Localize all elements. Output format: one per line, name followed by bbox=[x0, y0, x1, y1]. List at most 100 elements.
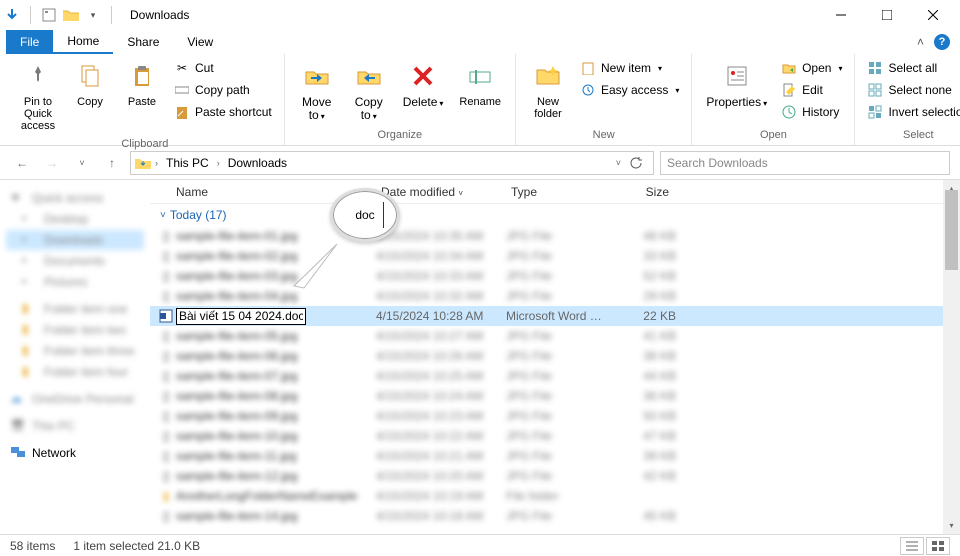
history-button[interactable]: History bbox=[777, 102, 846, 122]
open-icon bbox=[781, 60, 797, 76]
table-row[interactable]: ▯sample-file-item-09.jpg4/15/2024 10:23 … bbox=[150, 406, 960, 426]
new-item-button[interactable]: New item▾ bbox=[576, 58, 683, 78]
table-row[interactable]: ▯sample-file-item-14.jpg4/15/2024 10:18 … bbox=[150, 506, 960, 526]
cell-date: 4/15/2024 10:28 AM bbox=[376, 309, 506, 323]
table-row[interactable]: ▯sample-file-item-02.jpg4/15/2024 10:34 … bbox=[150, 246, 960, 266]
table-row[interactable]: ▯sample-file-item-01.jpg4/15/2024 10:35 … bbox=[150, 226, 960, 246]
nav-back-button[interactable]: ← bbox=[10, 151, 34, 175]
table-row[interactable]: ▯sample-file-item-11.jpg4/15/2024 10:21 … bbox=[150, 446, 960, 466]
file-list-pane: Name Date modified ˅ Type Size ˅Today (1… bbox=[150, 180, 960, 534]
sidebar-item[interactable]: ▪Pictures bbox=[6, 272, 144, 292]
column-type[interactable]: Type bbox=[505, 185, 605, 199]
paste-button[interactable]: Paste bbox=[118, 56, 166, 112]
invert-selection-icon bbox=[867, 104, 883, 120]
chevron-right-icon[interactable]: › bbox=[155, 158, 158, 168]
paste-icon bbox=[126, 60, 158, 92]
vertical-scrollbar[interactable]: ▴ ▾ bbox=[943, 180, 960, 534]
rename-button[interactable]: Rename bbox=[453, 56, 507, 112]
edit-button[interactable]: Edit bbox=[777, 80, 846, 100]
select-none-button[interactable]: Select none bbox=[863, 80, 960, 100]
easy-access-button[interactable]: Easy access▾ bbox=[576, 80, 683, 100]
copy-to-button[interactable]: Copy to▾ bbox=[345, 56, 393, 126]
table-row[interactable]: ▮AnotherLongFolderNameExample4/15/2024 1… bbox=[150, 486, 960, 506]
folder-icon bbox=[63, 7, 79, 23]
file-list[interactable]: ˅Today (17) ▯sample-file-item-01.jpg4/15… bbox=[150, 204, 960, 534]
invert-selection-button[interactable]: Invert selection bbox=[863, 102, 960, 122]
open-button[interactable]: Open▾ bbox=[777, 58, 846, 78]
cut-button[interactable]: ✂Cut bbox=[170, 58, 276, 78]
tab-home[interactable]: Home bbox=[53, 30, 113, 54]
breadcrumb[interactable]: › This PC › Downloads ˅ bbox=[130, 151, 654, 175]
tab-view[interactable]: View bbox=[173, 30, 227, 54]
help-icon[interactable]: ? bbox=[934, 34, 950, 50]
table-row[interactable]: ▯sample-file-item-03.jpg4/15/2024 10:33 … bbox=[150, 266, 960, 286]
table-row[interactable]: ▯sample-file-item-05.jpg4/15/2024 10:27 … bbox=[150, 326, 960, 346]
minimize-button[interactable] bbox=[818, 0, 864, 30]
table-row[interactable]: ▯sample-file-item-08.jpg4/15/2024 10:24 … bbox=[150, 386, 960, 406]
refresh-icon[interactable] bbox=[625, 156, 649, 170]
tab-share[interactable]: Share bbox=[113, 30, 173, 54]
sidebar-item-network[interactable]: Network bbox=[6, 443, 144, 463]
copy-path-button[interactable]: Copy path bbox=[170, 80, 276, 100]
qat-properties-icon[interactable] bbox=[41, 7, 57, 23]
navigation-pane[interactable]: ★Quick access ▪Desktop ▪Downloads ▪Docum… bbox=[0, 180, 150, 534]
app-down-arrow-icon[interactable] bbox=[4, 7, 20, 23]
word-doc-icon bbox=[156, 309, 176, 323]
rename-input[interactable] bbox=[176, 308, 306, 325]
column-date[interactable]: Date modified ˅ bbox=[375, 185, 505, 199]
sidebar-item[interactable]: ▮Folder item two bbox=[6, 320, 144, 340]
table-row[interactable]: ▯sample-file-item-04.jpg4/15/2024 10:32 … bbox=[150, 286, 960, 306]
scroll-thumb[interactable] bbox=[945, 190, 958, 270]
downloads-folder-icon bbox=[135, 156, 151, 170]
scroll-down-icon[interactable]: ▾ bbox=[943, 517, 960, 534]
breadcrumb-this-pc[interactable]: This PC bbox=[162, 156, 213, 170]
pin-to-quick-access-button[interactable]: Pin to Quick access bbox=[14, 56, 62, 136]
move-to-button[interactable]: Move to▾ bbox=[293, 56, 341, 126]
sidebar-item[interactable]: ▪Documents bbox=[6, 251, 144, 271]
view-large-icons-button[interactable] bbox=[926, 537, 950, 555]
tab-file[interactable]: File bbox=[6, 30, 53, 54]
sidebar-item[interactable]: ▮Folder item four bbox=[6, 362, 144, 382]
network-icon bbox=[10, 445, 26, 461]
nav-recent-dropdown[interactable]: ˅ bbox=[70, 151, 94, 175]
new-folder-button[interactable]: New folder bbox=[524, 56, 572, 124]
sidebar-item-downloads[interactable]: ▪Downloads bbox=[6, 230, 144, 250]
table-row[interactable]: ▯sample-file-item-07.jpg4/15/2024 10:25 … bbox=[150, 366, 960, 386]
copy-button[interactable]: Copy bbox=[66, 56, 114, 112]
properties-button[interactable]: Properties▾ bbox=[700, 56, 773, 113]
titlebar: ▾ Downloads bbox=[0, 0, 960, 30]
nav-up-button[interactable]: ↑ bbox=[100, 151, 124, 175]
sidebar-item[interactable]: ★Quick access bbox=[6, 188, 144, 208]
table-row[interactable]: ▯sample-file-item-12.jpg4/15/2024 10:20 … bbox=[150, 466, 960, 486]
zoom-bubble: doc bbox=[330, 188, 400, 242]
sidebar-item[interactable]: ☁OneDrive Personal bbox=[6, 389, 144, 409]
select-none-icon bbox=[867, 82, 883, 98]
nav-forward-button[interactable]: → bbox=[40, 151, 64, 175]
sidebar-item[interactable]: ▪Desktop bbox=[6, 209, 144, 229]
search-input[interactable]: Search Downloads bbox=[660, 151, 950, 175]
sidebar-item-this-pc[interactable]: 🖥This PC bbox=[6, 416, 144, 436]
delete-button[interactable]: Delete▾ bbox=[397, 56, 450, 113]
window-title: Downloads bbox=[130, 8, 189, 22]
table-row[interactable]: ▯sample-file-item-10.jpg4/15/2024 10:22 … bbox=[150, 426, 960, 446]
table-row-selected[interactable]: 4/15/2024 10:28 AM Microsoft Word D... 2… bbox=[150, 306, 960, 326]
column-headers[interactable]: Name Date modified ˅ Type Size bbox=[150, 180, 960, 204]
sidebar-item[interactable]: ▮Folder item one bbox=[6, 299, 144, 319]
select-all-button[interactable]: Select all bbox=[863, 58, 960, 78]
group-open-label: Open bbox=[700, 127, 846, 143]
table-row[interactable]: ▯sample-file-item-06.jpg4/15/2024 10:26 … bbox=[150, 346, 960, 366]
sidebar-item[interactable]: ▮Folder item three bbox=[6, 341, 144, 361]
column-size[interactable]: Size bbox=[605, 185, 675, 199]
maximize-button[interactable] bbox=[864, 0, 910, 30]
ribbon-expand-icon[interactable]: ˄ bbox=[917, 35, 924, 49]
close-button[interactable] bbox=[910, 0, 956, 30]
breadcrumb-downloads[interactable]: Downloads bbox=[224, 156, 291, 170]
delete-x-icon bbox=[407, 60, 439, 92]
cell-size: 22 KB bbox=[606, 309, 676, 323]
paste-shortcut-button[interactable]: Paste shortcut bbox=[170, 102, 276, 122]
chevron-right-icon[interactable]: › bbox=[217, 158, 220, 168]
view-details-button[interactable] bbox=[900, 537, 924, 555]
qat-dropdown-icon[interactable]: ▾ bbox=[85, 7, 101, 23]
group-today[interactable]: ˅Today (17) bbox=[150, 204, 960, 226]
breadcrumb-dropdown-icon[interactable]: ˅ bbox=[616, 158, 621, 168]
